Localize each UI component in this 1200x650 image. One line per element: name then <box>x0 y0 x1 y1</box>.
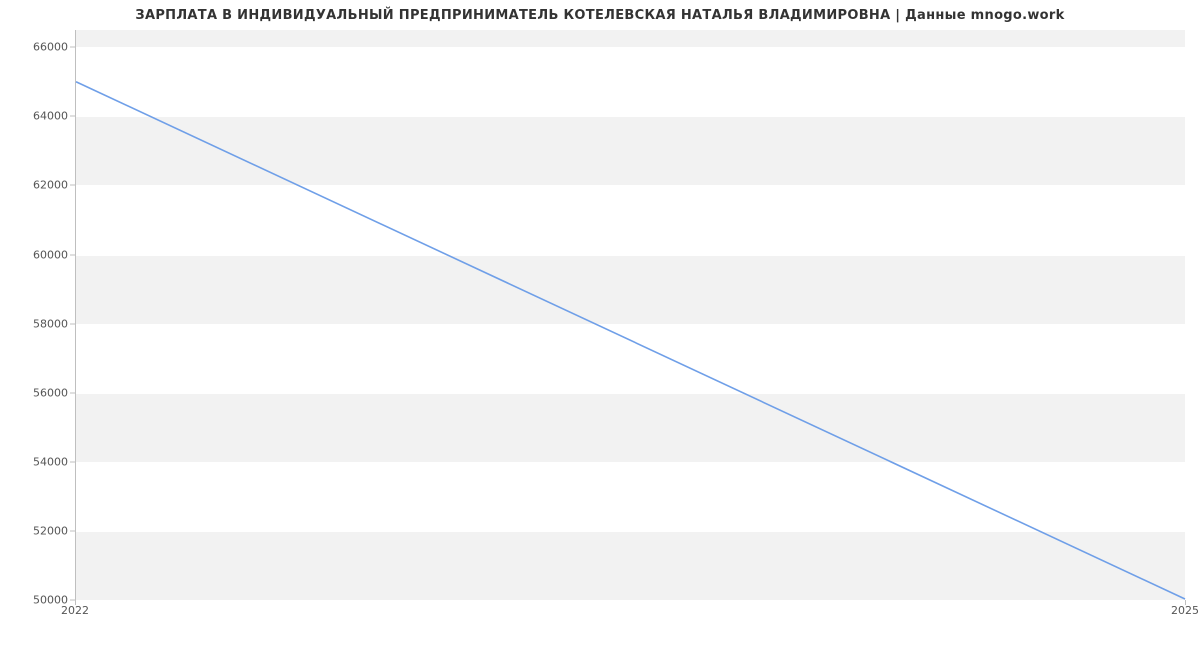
y-tick-label: 62000 <box>8 179 68 192</box>
x-tick-mark <box>1185 600 1186 605</box>
series-line <box>76 82 1185 599</box>
plot-area <box>75 30 1185 600</box>
chart-container: ЗАРПЛАТА В ИНДИВИДУАЛЬНЫЙ ПРЕДПРИНИМАТЕЛ… <box>0 0 1200 650</box>
y-tick-label: 58000 <box>8 317 68 330</box>
grid-line <box>76 600 1185 601</box>
y-tick-label: 52000 <box>8 524 68 537</box>
y-tick-label: 50000 <box>8 594 68 607</box>
chart-title: ЗАРПЛАТА В ИНДИВИДУАЛЬНЫЙ ПРЕДПРИНИМАТЕЛ… <box>0 8 1200 23</box>
y-tick-label: 54000 <box>8 455 68 468</box>
x-tick-label: 2022 <box>61 604 89 617</box>
y-tick-label: 64000 <box>8 110 68 123</box>
x-tick-label: 2025 <box>1171 604 1199 617</box>
y-tick-label: 66000 <box>8 41 68 54</box>
y-tick-label: 60000 <box>8 248 68 261</box>
line-layer <box>76 30 1185 599</box>
y-tick-label: 56000 <box>8 386 68 399</box>
